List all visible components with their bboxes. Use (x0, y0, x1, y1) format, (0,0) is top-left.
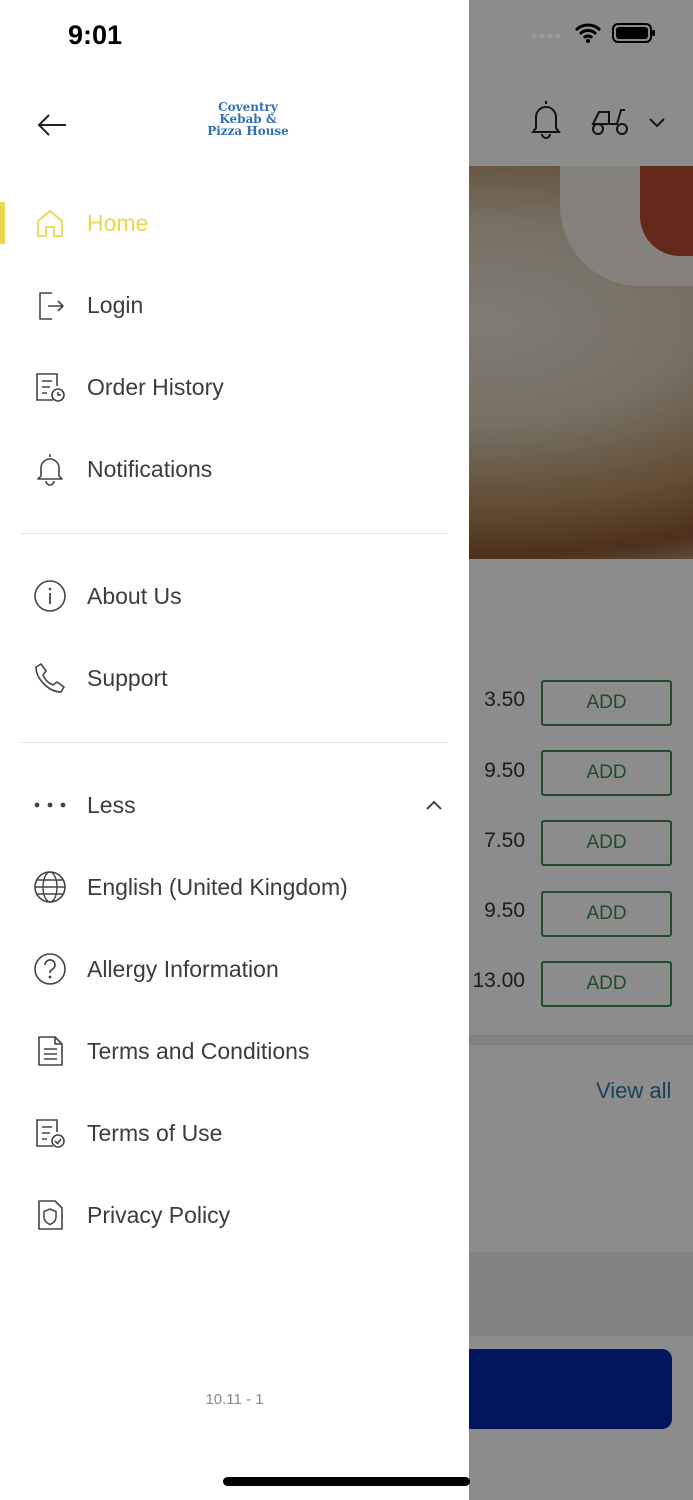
home-icon (33, 206, 67, 240)
menu-divider (20, 533, 448, 534)
battery-icon (612, 22, 656, 49)
menu-item-label: Privacy Policy (87, 1201, 231, 1228)
menu-item-login[interactable]: Login (0, 270, 469, 340)
menu-item-label: Less (87, 791, 136, 818)
menu-item-allergy-information[interactable]: Allergy Information (0, 934, 469, 1004)
menu-toggle-less[interactable]: Less (0, 770, 469, 840)
document-check-icon (33, 1116, 67, 1150)
arrow-left-icon (37, 114, 66, 136)
menu-item-label: Support (87, 664, 168, 691)
globe-icon (33, 870, 67, 904)
menu-item-label: English (United Kingdom) (87, 873, 348, 900)
menu-item-terms-of-use[interactable]: Terms of Use (0, 1098, 469, 1168)
menu-item-label: Notifications (87, 455, 213, 482)
menu-item-privacy-policy[interactable]: Privacy Policy (0, 1180, 469, 1250)
chevron-up-icon (420, 791, 448, 819)
question-icon (33, 952, 67, 986)
info-icon (33, 579, 67, 613)
menu-item-label: Login (87, 291, 144, 318)
more-dots-icon (33, 788, 67, 822)
menu-item-support[interactable]: Support (0, 643, 469, 713)
phone-icon (33, 661, 67, 695)
menu-item-order-history[interactable]: Order History (0, 352, 469, 422)
menu-item-label: Terms of Use (87, 1119, 223, 1146)
document-icon (33, 1034, 67, 1068)
shield-icon (33, 1198, 67, 1232)
menu-item-language[interactable]: English (United Kingdom) (0, 852, 469, 922)
menu-item-notifications[interactable]: Notifications (0, 434, 469, 504)
menu-divider (20, 742, 448, 743)
restaurant-logo: Coventry Kebab & Pizza House (205, 101, 291, 145)
menu-item-label: Order History (87, 373, 224, 400)
home-indicator[interactable] (223, 1477, 470, 1486)
status-bar-indicators (530, 22, 656, 49)
wifi-icon (574, 22, 602, 49)
menu-item-label: Terms and Conditions (87, 1037, 310, 1064)
menu-item-about-us[interactable]: About Us (0, 561, 469, 631)
logo-line: Pizza House (207, 124, 289, 138)
menu-item-home[interactable]: Home (0, 188, 469, 258)
app-version: 10.11 - 1 (205, 1391, 264, 1408)
status-bar-time: 9:01 (68, 20, 123, 50)
signal-icon (530, 27, 564, 45)
order-history-icon (33, 370, 67, 404)
bell-icon (33, 452, 67, 486)
menu-item-label: Allergy Information (87, 955, 279, 982)
menu-item-label: About Us (87, 582, 182, 609)
navigation-drawer: 9:01 Coventry Kebab & Pizza House Home L… (0, 0, 469, 1500)
menu-item-label: Home (87, 209, 149, 236)
login-icon (33, 288, 67, 322)
back-button[interactable] (30, 105, 74, 145)
menu-item-terms-and-conditions[interactable]: Terms and Conditions (0, 1016, 469, 1086)
